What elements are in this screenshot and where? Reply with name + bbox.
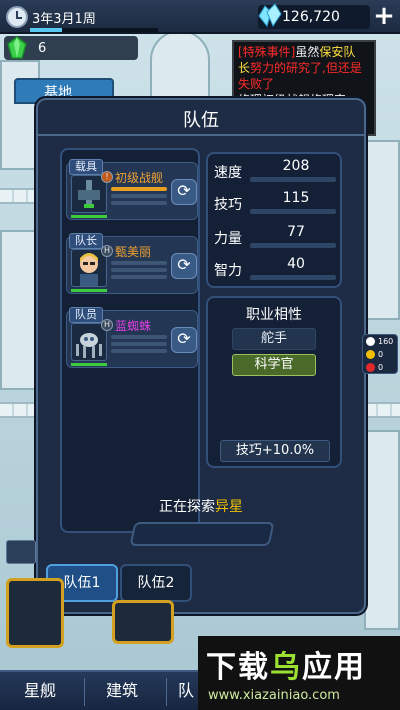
event-actor: 长 bbox=[238, 61, 251, 75]
career-affinity: 职业相性 舵手 科学官 技巧+10.0% bbox=[206, 296, 342, 468]
nav-separator bbox=[166, 678, 167, 706]
warning-triangle-icon bbox=[366, 350, 375, 359]
nav-separator bbox=[84, 678, 85, 706]
ship-dock[interactable] bbox=[6, 578, 64, 648]
explore-target: 异星 bbox=[215, 499, 243, 515]
watermark-part: 下载 bbox=[206, 650, 270, 685]
rail bbox=[0, 402, 40, 418]
stat-label: 技巧 bbox=[214, 197, 242, 213]
watermark-part: 应用 bbox=[302, 650, 366, 685]
alert-icon bbox=[366, 337, 375, 346]
career-bonus: 技巧+10.0% bbox=[220, 440, 330, 462]
explore-progress bbox=[129, 522, 275, 546]
rank-badge-icon: H bbox=[101, 245, 113, 257]
slot-health-bar bbox=[71, 363, 107, 366]
explore-prefix: 正在探索 bbox=[159, 499, 215, 515]
career-tag-helmsman: 舵手 bbox=[232, 328, 316, 350]
crystal-icon bbox=[258, 3, 282, 28]
watermark-url: www.xiazainiao.com bbox=[208, 688, 340, 703]
slot-level-bars bbox=[111, 335, 167, 356]
stat-bar bbox=[250, 243, 336, 248]
stat-speed: 速度 208 bbox=[212, 158, 340, 182]
slot-name: 初级战舰 bbox=[115, 171, 164, 185]
rank-badge-icon: H bbox=[101, 319, 113, 331]
slot-health-bar bbox=[71, 289, 107, 292]
member-slots: 载具 ! 初级战舰 ⟳ 队长 H 甄美丽 ⟳ 队员 H 蓝蜘蛛 ⟳ bbox=[60, 148, 200, 533]
date-progress-bar bbox=[30, 28, 158, 32]
swap-icon[interactable]: ⟳ bbox=[171, 179, 197, 205]
team-panel: 队伍 载具 ! 初级战舰 ⟳ 队长 H 甄美丽 ⟳ 队员 H 蓝蜘蛛 ⟳ 速度 … bbox=[36, 98, 366, 614]
vehicle-slot[interactable]: 载具 ! 初级战舰 ⟳ bbox=[66, 159, 198, 220]
alert-row: 160 bbox=[363, 335, 397, 348]
error-icon bbox=[366, 363, 375, 372]
slot-level-bars bbox=[111, 187, 167, 208]
slot-name: 蓝蜘蛛 bbox=[115, 319, 152, 333]
add-money-button[interactable]: + bbox=[372, 3, 396, 29]
top-bar: 3年3月1周 126,720 + bbox=[0, 0, 400, 34]
alert-indicators[interactable]: 160 0 0 bbox=[362, 334, 398, 374]
game-date: 3年3月1周 bbox=[32, 12, 96, 27]
event-text: 失败了 bbox=[238, 77, 275, 91]
stat-intellect: 智力 40 bbox=[212, 256, 340, 280]
stat-value: 40 bbox=[287, 256, 305, 272]
event-tag: [特殊事件] bbox=[238, 45, 296, 59]
panel-header: 队伍 bbox=[38, 100, 364, 136]
stat-value: 115 bbox=[282, 190, 310, 206]
slot-tag: 队长 bbox=[69, 233, 103, 249]
error-row: 0 bbox=[363, 361, 397, 374]
explore-status: 正在探索异星 bbox=[38, 496, 364, 516]
rail bbox=[364, 402, 400, 418]
swap-icon[interactable]: ⟳ bbox=[171, 327, 197, 353]
gem-icon bbox=[7, 36, 27, 59]
stat-power: 力量 77 bbox=[212, 224, 340, 248]
slot-health-bar bbox=[71, 215, 107, 218]
wall-tile bbox=[0, 60, 40, 170]
ship-dock[interactable] bbox=[112, 600, 174, 644]
stat-bar bbox=[250, 177, 336, 182]
wall-tile bbox=[364, 140, 400, 320]
tab-team-2[interactable]: 队伍2 bbox=[120, 564, 192, 602]
nav-starship[interactable]: 星舰 bbox=[10, 672, 70, 710]
money-amount: 126,720 bbox=[282, 9, 340, 25]
watermark-title: 下载乌应用 bbox=[206, 642, 366, 686]
rail bbox=[0, 188, 40, 204]
career-tag-scientist: 科学官 bbox=[232, 354, 316, 376]
alert-count: 160 bbox=[378, 337, 394, 346]
side-widget[interactable] bbox=[6, 540, 36, 564]
stat-value: 77 bbox=[287, 224, 305, 240]
event-actor: 保安队 bbox=[319, 45, 356, 59]
slot-level-bars bbox=[111, 261, 167, 282]
wall-tile bbox=[0, 230, 36, 390]
member-slot[interactable]: 队员 H 蓝蜘蛛 ⟳ bbox=[66, 307, 198, 368]
stat-label: 智力 bbox=[214, 263, 242, 279]
warning-count: 0 bbox=[378, 350, 384, 359]
slot-tag: 队员 bbox=[69, 307, 103, 323]
gem-count: 6 bbox=[38, 41, 47, 56]
stat-skill: 技巧 115 bbox=[212, 190, 340, 214]
warning-row: 0 bbox=[363, 348, 397, 361]
event-text: 虽然 bbox=[295, 45, 320, 59]
captain-slot[interactable]: 队长 H 甄美丽 ⟳ bbox=[66, 233, 198, 294]
nav-building[interactable]: 建筑 bbox=[92, 672, 152, 710]
stat-value: 208 bbox=[282, 158, 310, 174]
reactor-module bbox=[150, 30, 210, 100]
swap-icon[interactable]: ⟳ bbox=[171, 253, 197, 279]
panel-title: 队伍 bbox=[183, 110, 219, 131]
stat-label: 力量 bbox=[214, 231, 242, 247]
slot-tag: 载具 bbox=[69, 159, 103, 175]
career-title: 职业相性 bbox=[246, 307, 302, 323]
team-stats: 速度 208 技巧 115 力量 77 智力 40 bbox=[206, 152, 342, 288]
error-count: 0 bbox=[378, 363, 384, 372]
clock-icon bbox=[6, 6, 28, 28]
watermark-part: 乌 bbox=[270, 650, 302, 685]
warning-icon: ! bbox=[101, 171, 113, 183]
stat-bar bbox=[250, 209, 336, 214]
wall-tile bbox=[364, 430, 400, 630]
nav-team[interactable]: 队 bbox=[174, 672, 198, 710]
stat-label: 速度 bbox=[214, 165, 242, 181]
slot-name: 甄美丽 bbox=[115, 245, 152, 259]
stat-bar bbox=[250, 275, 336, 280]
event-text: 努力的研究了,但还是 bbox=[250, 61, 362, 75]
watermark: 下载乌应用 www.xiazainiao.com bbox=[198, 636, 400, 710]
